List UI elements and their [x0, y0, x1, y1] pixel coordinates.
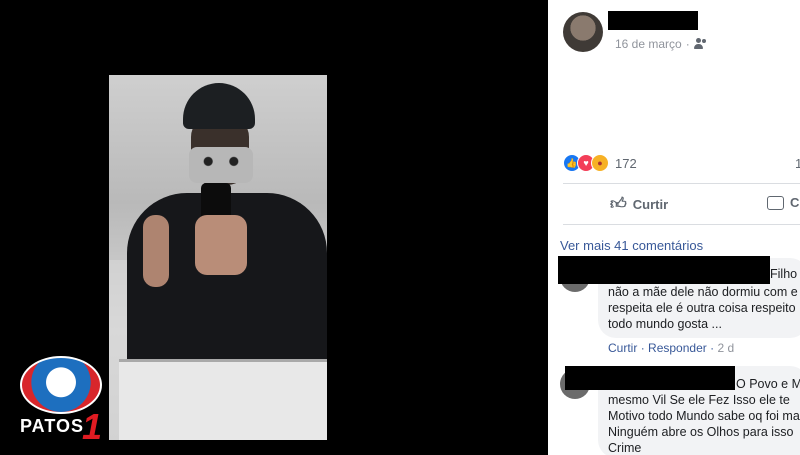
comment-text-line: todo mundo gosta ...	[608, 317, 722, 331]
dot-separator: ·	[640, 341, 649, 355]
comment-text-line: Filho	[770, 267, 798, 281]
redacted-commenter-name	[558, 256, 770, 284]
patos1-logo: PATOS 1	[18, 356, 108, 447]
divider	[563, 224, 800, 225]
divider	[563, 183, 800, 184]
reaction-count: 172	[615, 155, 637, 171]
thumbs-up-icon: 👍︎	[610, 196, 627, 213]
person-cap	[183, 83, 255, 129]
logo-text: PATOS	[20, 416, 85, 436]
post-photo[interactable]	[109, 75, 327, 440]
author-avatar[interactable]	[563, 12, 603, 52]
reactions-summary[interactable]: 👍 ♥ ● 172	[563, 154, 637, 172]
angry-reaction-icon: ●	[591, 154, 609, 172]
comment-count[interactable]: 1	[795, 156, 800, 171]
see-more-comments-link[interactable]: Ver mais 41 comentários	[560, 238, 703, 253]
post-meta: 16 de março ·	[615, 37, 708, 51]
comment-reply-link[interactable]: Responder	[648, 341, 707, 355]
like-label: Curtir	[632, 197, 669, 212]
like-button[interactable]: 👍︎ Curtir	[610, 195, 668, 214]
comment-text-line: Crime	[608, 441, 642, 455]
comment-label: C	[790, 195, 800, 210]
phone-hand	[195, 215, 247, 275]
photo-viewer: PATOS 1	[0, 0, 548, 455]
meta-separator: ·	[685, 37, 690, 51]
redacted-commenter-name	[565, 366, 735, 390]
comment-icon	[767, 195, 784, 210]
redacted-author-name	[608, 11, 698, 30]
logo-number: 1	[82, 406, 103, 447]
sink	[119, 359, 327, 440]
comment-like-link[interactable]: Curtir	[608, 341, 637, 355]
skull-mask	[189, 147, 253, 183]
post-sidebar: 16 de março · 👍 ♥ ● 172 1 👍︎ Curtir C Ve…	[548, 0, 800, 455]
friends-icon[interactable]	[693, 38, 708, 50]
comment-time[interactable]: 2 d	[717, 341, 734, 355]
comment-actions: Curtir · Responder · 2 d	[608, 341, 734, 355]
comment-button[interactable]: C	[767, 195, 799, 210]
raised-hand	[143, 215, 169, 287]
post-date[interactable]: 16 de março	[615, 37, 682, 51]
